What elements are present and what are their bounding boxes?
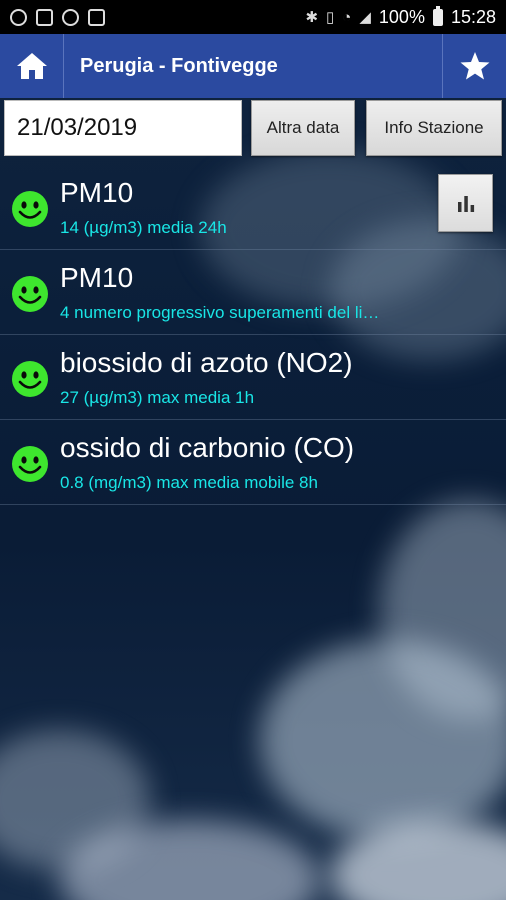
pollutant-name: PM10 [60, 177, 134, 208]
list-item[interactable]: ossido di carbonio (CO) 0.8 (mg/m3) max … [0, 420, 506, 505]
date-field[interactable]: 21/03/2019 [4, 100, 242, 156]
clock: 15:28 [450, 6, 496, 27]
vibrate-icon: ▯ [326, 9, 335, 26]
home-icon [16, 53, 47, 79]
info-stazione-button[interactable]: Info Stazione [366, 100, 502, 156]
home-button[interactable] [0, 34, 64, 98]
bluetooth-icon: ✱ [305, 9, 319, 26]
smiley-icon [12, 361, 48, 397]
gallery-icon [36, 8, 53, 26]
status-bar: ✱ ▯ ◔ ◢ 100% 15:28 [0, 0, 506, 34]
battery-percent: 100% [378, 6, 425, 27]
chrome-icon [10, 8, 27, 26]
pollutant-name: PM10 [60, 262, 134, 293]
date-controls: 21/03/2019 Altra data Info Stazione [0, 98, 506, 162]
star-icon [460, 52, 489, 80]
station-title: Perugia - Fontivegge [80, 54, 278, 77]
bar-chart-icon [457, 196, 474, 212]
messenger-icon [62, 8, 79, 26]
battery-icon [432, 5, 443, 26]
image-icon [88, 8, 105, 26]
pollutant-detail: 4 numero progressivo superamenti del li… [60, 303, 380, 322]
pollutant-detail: 0.8 (mg/m3) max media mobile 8h [60, 473, 318, 492]
pollutant-detail: 14 (µg/m3) media 24h [60, 218, 227, 237]
smiley-icon [12, 446, 48, 482]
pollutant-list: PM10 14 (µg/m3) media 24h PM10 4 numero … [0, 165, 506, 505]
favorite-button[interactable] [442, 34, 506, 98]
chart-button[interactable] [438, 174, 493, 232]
list-item[interactable]: PM10 4 numero progressivo superamenti de… [0, 250, 506, 335]
list-item[interactable]: PM10 14 (µg/m3) media 24h [0, 165, 506, 250]
list-item[interactable]: biossido di azoto (NO2) 27 (µg/m3) max m… [0, 335, 506, 420]
pollutant-detail: 27 (µg/m3) max media 1h [60, 388, 255, 407]
smiley-icon [12, 191, 48, 227]
wifi-icon: ◔ [342, 8, 352, 26]
altra-data-button[interactable]: Altra data [251, 100, 355, 156]
app-bar: Perugia - Fontivegge [0, 34, 506, 98]
smiley-icon [12, 276, 48, 312]
pollutant-name: ossido di carbonio (CO) [60, 432, 355, 463]
signal-icon: ◢ [359, 9, 371, 26]
pollutant-name: biossido di azoto (NO2) [60, 347, 353, 378]
